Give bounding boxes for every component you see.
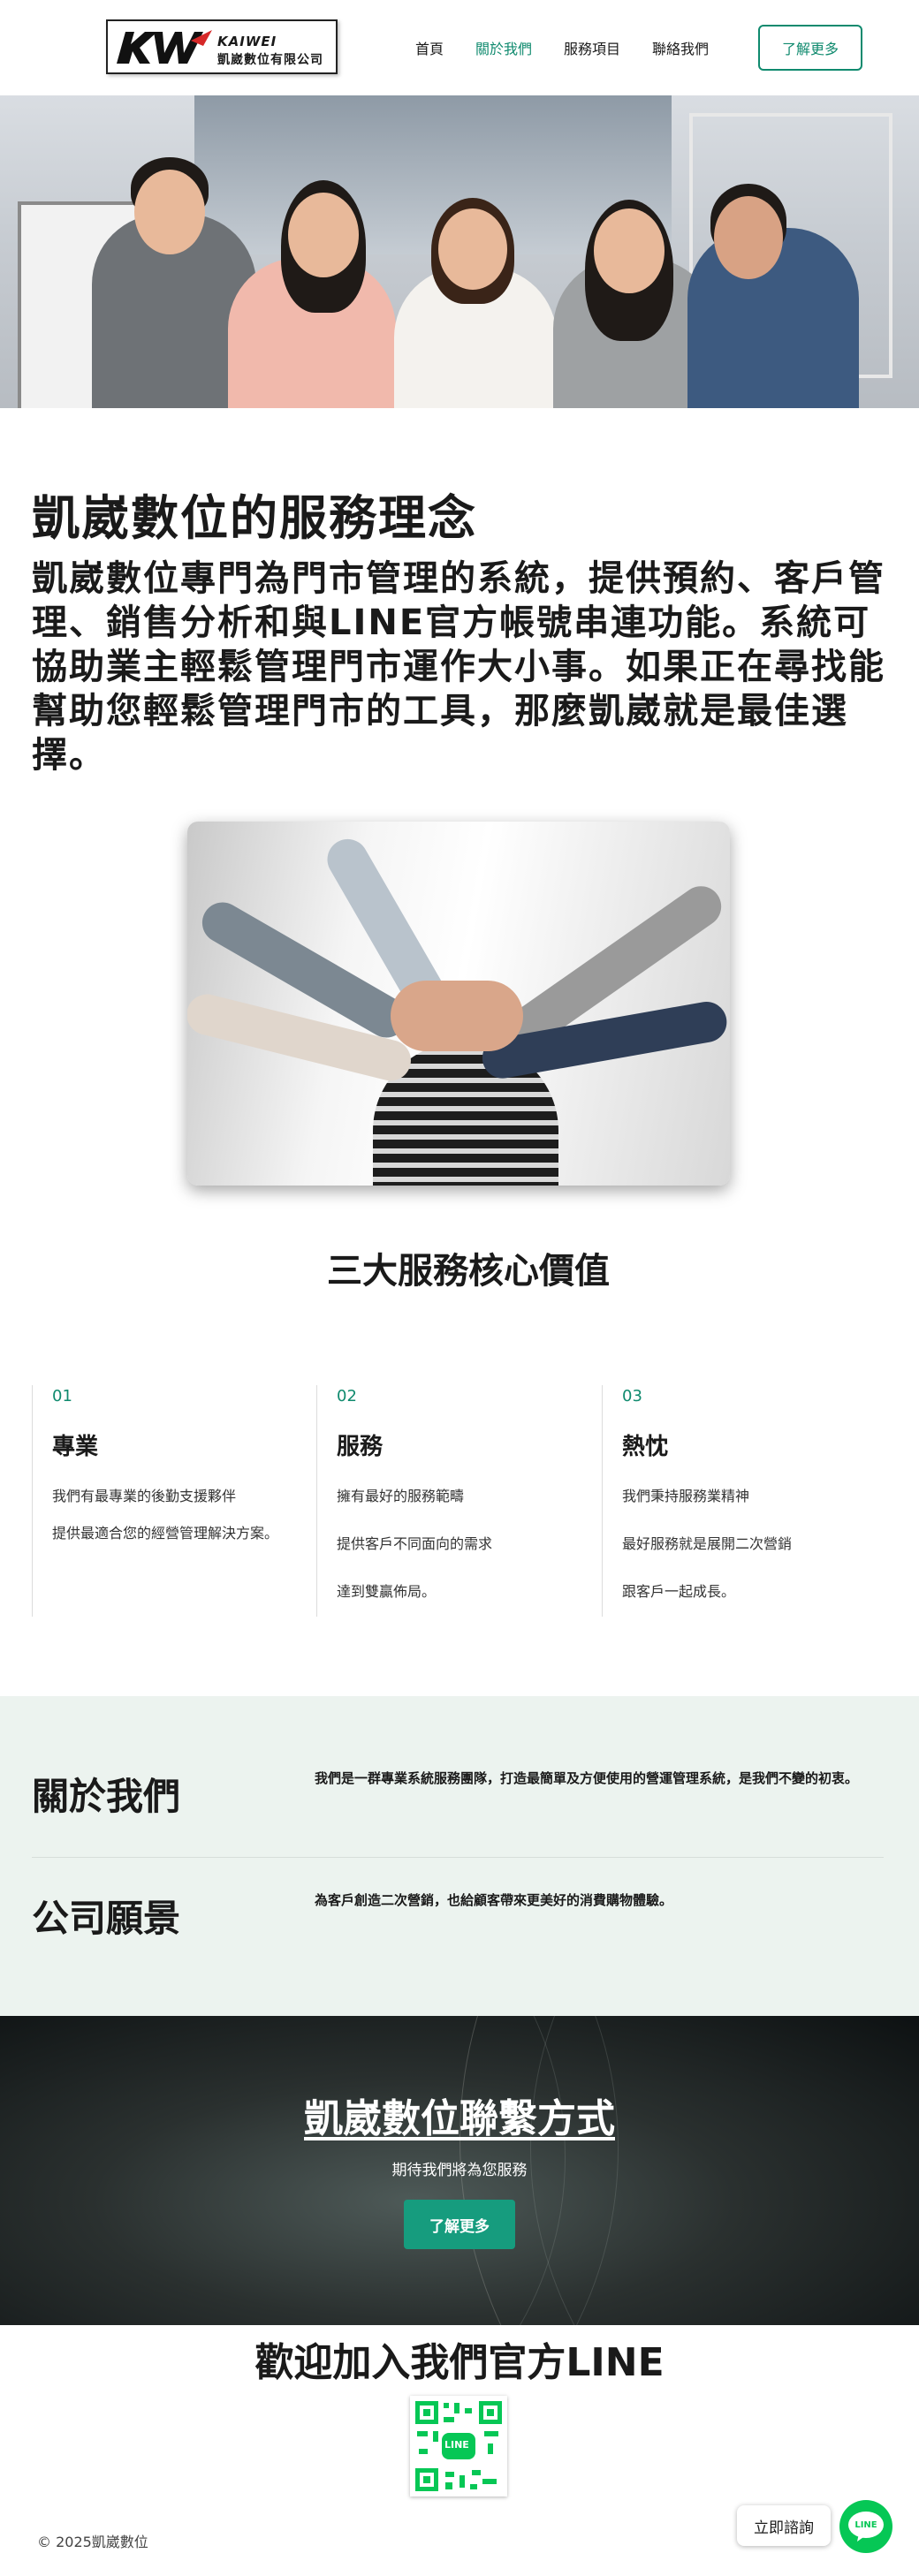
core-value-line: 達到雙贏佈局。 bbox=[337, 1583, 437, 1600]
about-title: 關於我們 bbox=[32, 1775, 181, 1818]
core-value-line: 提供客戶不同面向的需求 bbox=[337, 1535, 493, 1552]
core-value-line: 我們有最專業的後勤支援夥伴 bbox=[52, 1488, 237, 1504]
core-value-line: 最好服務就是展開二次營銷 bbox=[622, 1535, 793, 1552]
core-values-title: 三大服務核心價值 bbox=[327, 1251, 610, 1292]
site-header: KAIWEI 凱崴數位有限公司 首頁 關於我們 服務項目 聯絡我們 了解更多 bbox=[0, 0, 919, 95]
hero-person-2-face bbox=[288, 193, 359, 277]
line-qr-code-icon[interactable]: LINE bbox=[410, 2396, 507, 2496]
logo-chinese-name: 凱崴數位有限公司 bbox=[217, 53, 323, 67]
qr-line-label: LINE bbox=[444, 2439, 469, 2451]
hero-person-3-face bbox=[438, 208, 507, 290]
core-value-line: 提供最適合您的經營管理解決方案。 bbox=[52, 1525, 279, 1542]
core-value-heading: 專業 bbox=[52, 1434, 99, 1460]
line-official-title: 歡迎加入我們官方LINE bbox=[254, 2340, 665, 2385]
philosophy-title: 凱崴數位的服務理念 bbox=[32, 490, 477, 546]
logo-english-name: KAIWEI bbox=[217, 34, 277, 49]
nav-contact[interactable]: 聯絡我們 bbox=[652, 37, 709, 58]
core-value-line: 我們秉持服務業精神 bbox=[622, 1488, 750, 1504]
copyright-text: © 2025凱崴數位 bbox=[37, 2534, 148, 2550]
line-chat-button[interactable]: LINE bbox=[839, 2500, 892, 2553]
hero-team-photo bbox=[0, 95, 919, 408]
teamwork-hands-photo bbox=[187, 822, 730, 1186]
about-text: 我們是一群專業系統服務團隊，打造最簡單及方便使用的營運管理系統，是我們不變的初衷… bbox=[315, 1770, 859, 1786]
core-value-card-2: 02 服務 擁有最好的服務範疇 提供客戶不同面向的需求 達到雙贏佈局。 bbox=[316, 1385, 581, 1617]
about-divider bbox=[32, 1857, 884, 1858]
core-value-line: 擁有最好的服務範疇 bbox=[337, 1488, 465, 1504]
photo-fists bbox=[391, 981, 523, 1051]
contact-banner: 凱崴數位聯繫方式 期待我們將為您服務 了解更多 bbox=[0, 2016, 919, 2325]
company-logo[interactable]: KAIWEI 凱崴數位有限公司 bbox=[106, 19, 338, 74]
hero-person-5-face bbox=[714, 196, 783, 279]
nav-about[interactable]: 關於我們 bbox=[475, 37, 532, 58]
core-value-number: 02 bbox=[337, 1387, 357, 1405]
line-fab-label: LINE bbox=[854, 2519, 877, 2530]
kw-logo-icon bbox=[117, 30, 212, 64]
hero-person-1-face bbox=[134, 170, 205, 254]
consult-now-tooltip[interactable]: 立即諮詢 bbox=[737, 2505, 831, 2546]
core-value-card-1: 01 專業 我們有最專業的後勤支援夥伴 提供最適合您的經營管理解決方案。 bbox=[32, 1385, 297, 1617]
core-value-heading: 服務 bbox=[337, 1434, 384, 1460]
hero-person-4-face bbox=[594, 208, 665, 293]
core-value-card-3: 03 熱忱 我們秉持服務業精神 最好服務就是展開二次營銷 跟客戶一起成長。 bbox=[602, 1385, 867, 1617]
core-value-line: 跟客戶一起成長。 bbox=[622, 1583, 736, 1600]
contact-subtitle: 期待我們將為您服務 bbox=[391, 2162, 528, 2179]
vision-title: 公司願景 bbox=[32, 1897, 181, 1940]
nav-home[interactable]: 首頁 bbox=[415, 37, 444, 58]
philosophy-text: 凱崴數位專門為門市管理的系統，提供預約、客戶管理、銷售分析和與LINE官方帳號串… bbox=[32, 558, 885, 776]
vision-text: 為客戶創造二次營銷，也給顧客帶來更美好的消費購物體驗。 bbox=[315, 1892, 673, 1908]
core-value-number: 03 bbox=[622, 1387, 642, 1405]
contact-title[interactable]: 凱崴數位聯繫方式 bbox=[0, 2087, 919, 2143]
core-value-heading: 熱忱 bbox=[622, 1434, 669, 1460]
main-nav: 首頁 關於我們 服務項目 聯絡我們 bbox=[415, 37, 741, 58]
core-value-number: 01 bbox=[52, 1387, 72, 1405]
contact-learn-more-button[interactable]: 了解更多 bbox=[404, 2200, 515, 2249]
header-learn-more-button[interactable]: 了解更多 bbox=[758, 25, 862, 71]
nav-services[interactable]: 服務項目 bbox=[564, 37, 620, 58]
about-section: 關於我們 我們是一群專業系統服務團隊，打造最簡單及方便使用的營運管理系統，是我們… bbox=[0, 1696, 919, 2016]
